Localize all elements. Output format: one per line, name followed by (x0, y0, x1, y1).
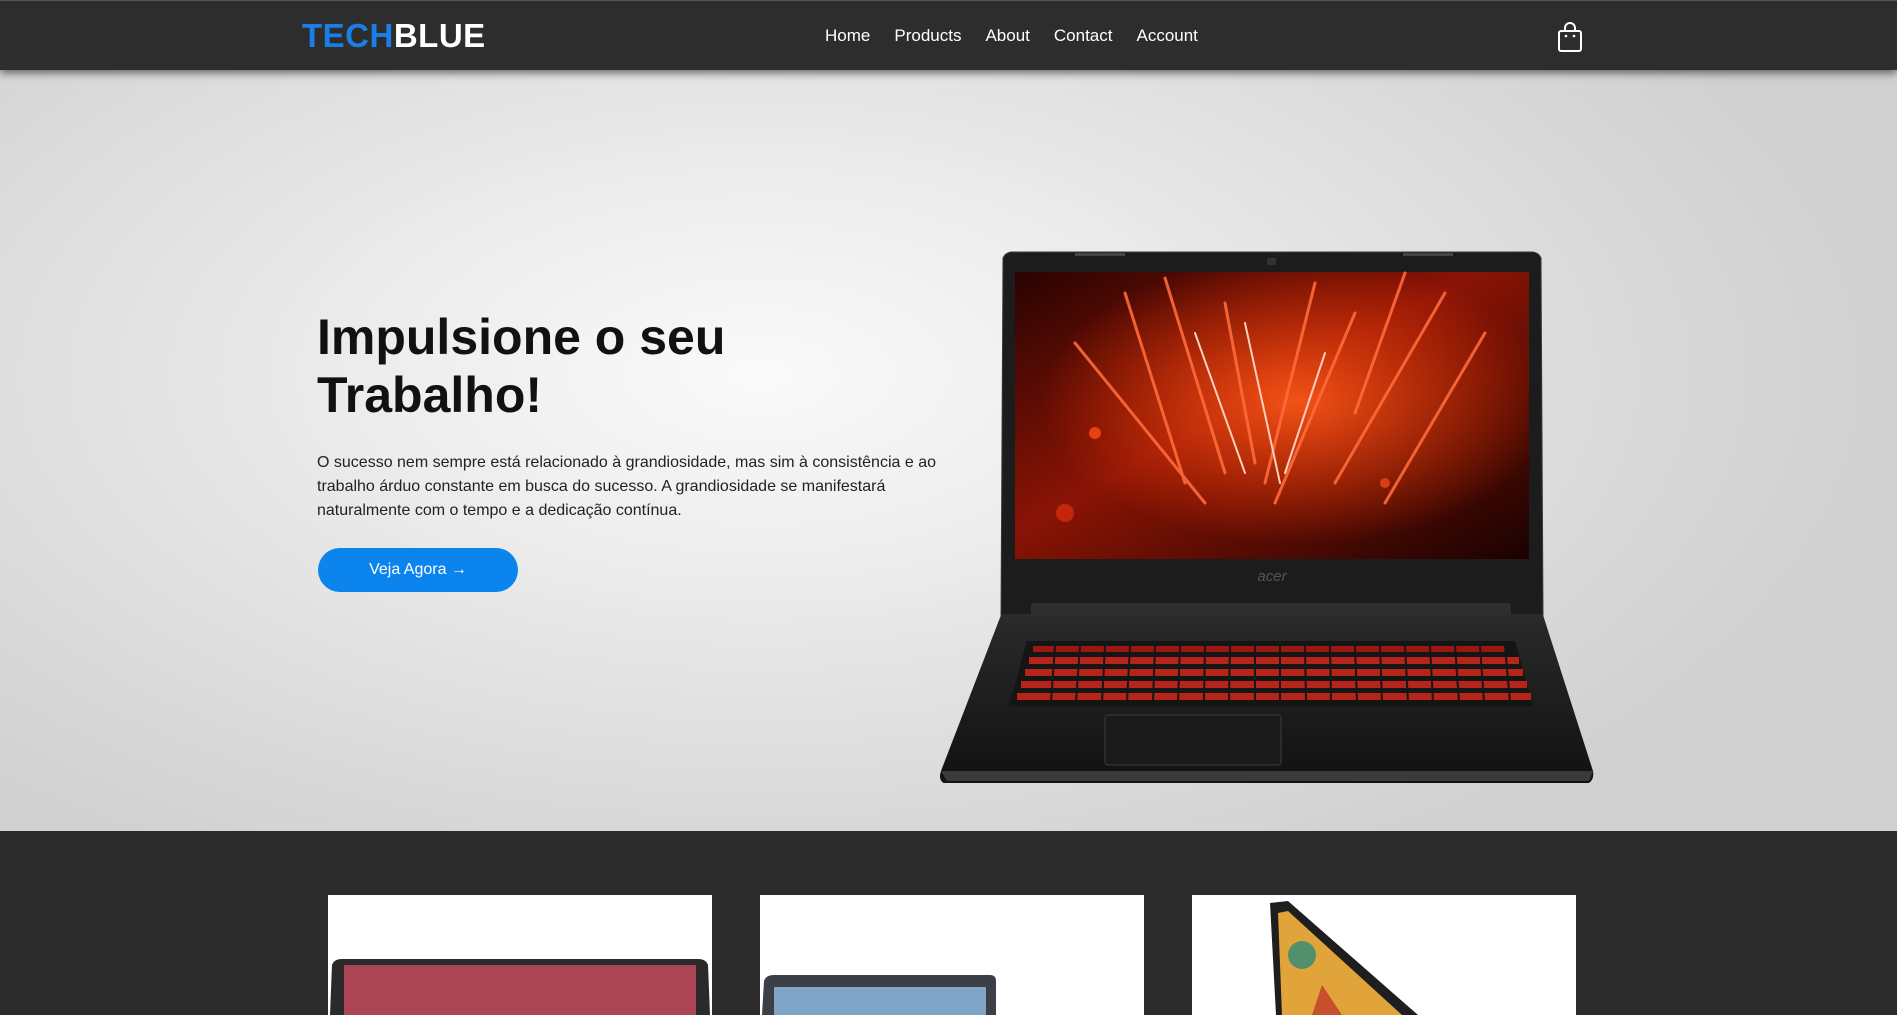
see-now-button[interactable]: Veja Agora → (318, 548, 518, 592)
nav-contact-link[interactable]: Contact (1054, 26, 1113, 46)
nav-about-link[interactable]: About (985, 26, 1029, 46)
main-nav: Home Products About Contact Account (825, 26, 1198, 46)
brand-logo-tech: TECH (302, 17, 394, 54)
products-section (0, 831, 1897, 1015)
product-card[interactable] (760, 895, 1144, 1015)
shopping-bag-icon[interactable] (1557, 21, 1583, 53)
brand-logo[interactable]: TECHBLUE (302, 18, 486, 54)
acer-logo: acer (1257, 568, 1287, 585)
product-laptop-image (330, 959, 710, 1015)
hero-laptop-image: acer (925, 183, 1615, 785)
product-laptop-image (1270, 901, 1418, 1015)
hero-section: Impulsione o seu Trabalho! O sucesso nem… (0, 70, 1897, 831)
hero-description: O sucesso nem sempre está relacionado à … (317, 454, 936, 519)
nav-account-link[interactable]: Account (1136, 26, 1197, 46)
nav-products-link[interactable]: Products (894, 26, 961, 46)
brand-logo-blue: BLUE (393, 17, 486, 54)
product-card[interactable] (328, 895, 712, 1015)
nav-home-link[interactable]: Home (825, 26, 870, 46)
navbar: TECHBLUE Home Products About Contact Acc… (0, 0, 1897, 70)
hero-title: Impulsione o seu Trabalho! (317, 309, 726, 423)
product-card[interactable] (1192, 895, 1576, 1015)
product-laptop-image (762, 975, 996, 1015)
